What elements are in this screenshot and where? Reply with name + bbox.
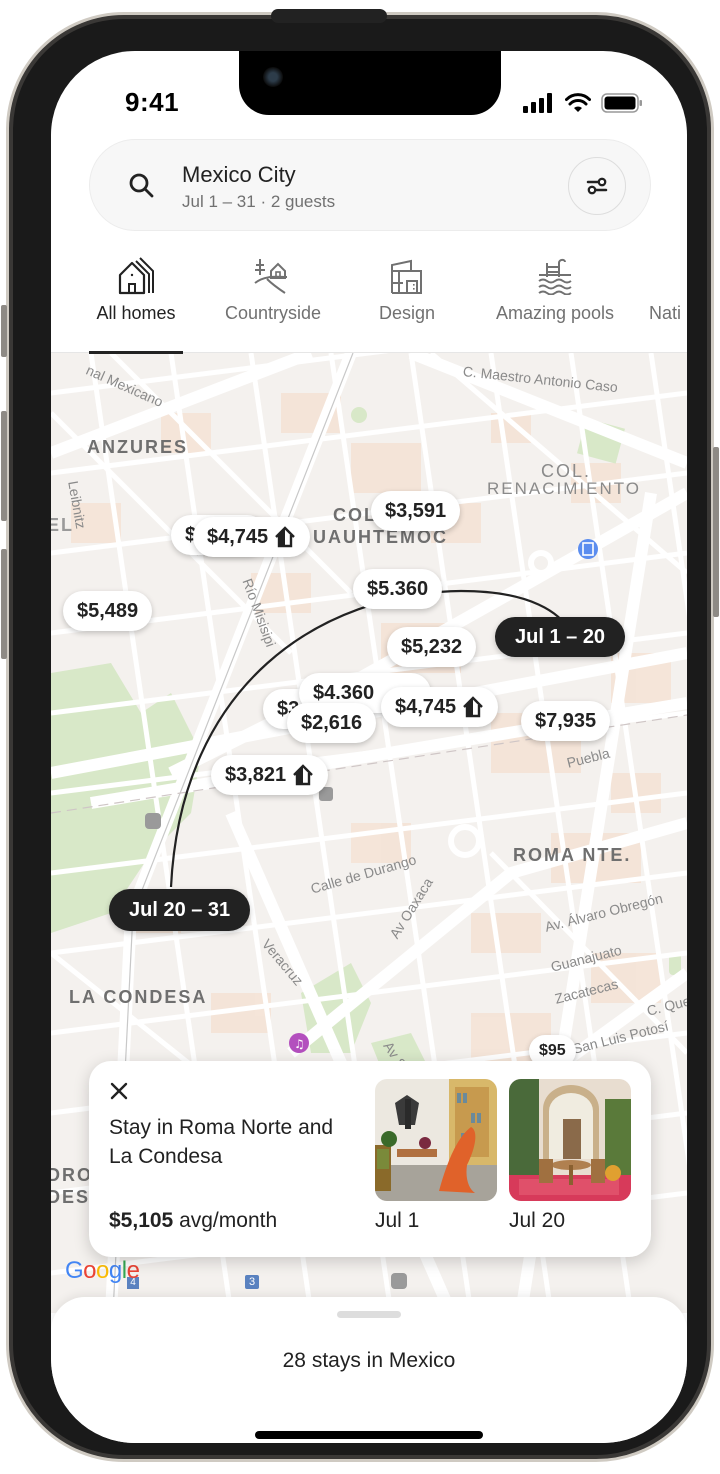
price-pin-label: $4,745 xyxy=(207,525,269,548)
home-icon xyxy=(293,764,314,786)
search-icon xyxy=(129,173,154,198)
tab-design[interactable]: Design xyxy=(363,247,451,353)
screen: 9:41 Mexico City Jul 1 – 31 · 2 guests A… xyxy=(51,51,687,1443)
search-dates-guests: Jul 1 – 31 · 2 guests xyxy=(182,192,336,211)
volume-up-button xyxy=(1,411,7,521)
pool-icon xyxy=(538,258,572,295)
transit-line-badge: 3 xyxy=(248,1276,256,1288)
price-pin[interactable]: $7,935 xyxy=(521,701,611,741)
tab-national-parks[interactable]: Nati xyxy=(649,247,687,353)
close-icon[interactable] xyxy=(107,1079,131,1103)
price-pin-label: $4,745 xyxy=(395,695,457,718)
search-location: Mexico City xyxy=(182,162,296,187)
price-pin-label: $3,591 xyxy=(385,499,447,522)
design-building-icon xyxy=(391,259,422,294)
price-pin[interactable]: $4,745 xyxy=(381,687,499,727)
front-camera xyxy=(263,67,283,87)
tab-amazing-pools[interactable]: Amazing pools xyxy=(485,247,625,353)
active-tab-indicator xyxy=(89,351,183,354)
results-bottom-sheet[interactable]: 28 stays in Mexico xyxy=(51,1297,687,1443)
neighborhood-label: RENACIMIENTO xyxy=(487,479,642,498)
speaker-grille xyxy=(271,9,387,23)
battery-icon xyxy=(601,93,642,113)
price-pin-label: $7,935 xyxy=(535,709,597,732)
status-time: 9:41 xyxy=(125,87,180,117)
wifi-icon xyxy=(565,93,591,112)
tab-label: Design xyxy=(378,303,436,323)
stay-date: Jul 1 xyxy=(375,1209,420,1232)
home-icon xyxy=(463,696,484,718)
cellular-signal-icon xyxy=(523,93,552,113)
category-tabs: All homes Countryside Design Amazing poo… xyxy=(51,247,687,354)
price-pin[interactable]: $5,232 xyxy=(387,627,477,667)
home-icon xyxy=(275,526,296,548)
stay-photo-patio[interactable] xyxy=(509,1079,631,1201)
tab-all-homes[interactable]: All homes xyxy=(89,247,183,354)
neighborhood-label: ANZURES xyxy=(87,437,189,457)
price-pin[interactable]: $2,616 xyxy=(287,703,377,743)
filter-sliders-icon xyxy=(586,177,608,195)
price-pin-label: $5.360 xyxy=(367,577,429,600)
tab-label: Countryside xyxy=(224,303,322,323)
card-price-suffix: avg/month xyxy=(179,1209,278,1232)
price-pin[interactable]: $3,821 xyxy=(211,755,329,795)
filter-button[interactable] xyxy=(568,157,626,215)
date-range-pin[interactable]: Jul 1 – 20 xyxy=(495,617,626,657)
neighborhood-label: DES xyxy=(51,1187,91,1207)
date-range-label: Jul 20 – 31 xyxy=(129,898,231,921)
stay-photo-living-room[interactable] xyxy=(375,1079,497,1201)
price-pin-label: $4.360 xyxy=(313,681,375,704)
silent-switch xyxy=(1,305,7,357)
tab-label: All homes xyxy=(96,303,176,323)
volume-down-button xyxy=(1,549,7,659)
neighborhood-label: DRO xyxy=(51,1165,93,1185)
patio-photo xyxy=(509,1079,631,1201)
card-title: Stay in Roma Norte and La Condesa xyxy=(109,1116,334,1168)
status-icons xyxy=(523,93,643,113)
price-pin[interactable]: $4,745 xyxy=(193,517,311,557)
price-pin[interactable]: $5.360 xyxy=(353,569,443,609)
home-indicator xyxy=(255,1431,483,1439)
tab-label: Nati xyxy=(649,303,682,323)
notch xyxy=(239,51,501,115)
date-range-pin[interactable]: Jul 20 – 31 xyxy=(109,889,251,931)
price-pin-label: $2,616 xyxy=(301,711,363,734)
power-button xyxy=(713,447,719,617)
stay-date: Jul 20 xyxy=(509,1209,566,1232)
sheet-drag-handle[interactable] xyxy=(337,1311,401,1318)
tab-label: Amazing pools xyxy=(495,303,615,323)
tab-countryside[interactable]: Countryside xyxy=(213,247,333,353)
results-count: 28 stays in Mexico xyxy=(282,1349,456,1372)
google-attribution: Google xyxy=(65,1257,140,1284)
card-price-amount: $5,105 xyxy=(109,1209,174,1232)
svg-text:♫: ♫ xyxy=(294,1037,305,1051)
houses-icon xyxy=(118,257,154,295)
price-pin-label: $5,489 xyxy=(77,599,139,622)
neighborhood-label: ROMA NTE. xyxy=(513,845,632,865)
price-pin-label: $5,232 xyxy=(401,635,463,658)
living-room-photo xyxy=(375,1079,497,1201)
card-price: $5,105 avg/month xyxy=(109,1209,277,1233)
price-pin-label: $95 xyxy=(539,1042,566,1059)
price-pin-label: $3,821 xyxy=(225,763,287,786)
phone-frame: 9:41 Mexico City Jul 1 – 31 · 2 guests A… xyxy=(1,9,719,1462)
area-suggestion-card[interactable]: Stay in Roma Norte and La Condesa $5,105… xyxy=(89,1061,651,1257)
search-bar[interactable]: Mexico City Jul 1 – 31 · 2 guests xyxy=(89,139,651,231)
neighborhood-label: LA CONDESA xyxy=(69,987,208,1007)
price-pin[interactable]: $3,591 xyxy=(371,491,461,531)
date-range-label: Jul 1 – 20 xyxy=(515,625,606,648)
countryside-icon xyxy=(254,259,288,294)
price-pin[interactable]: $5,489 xyxy=(63,591,153,631)
